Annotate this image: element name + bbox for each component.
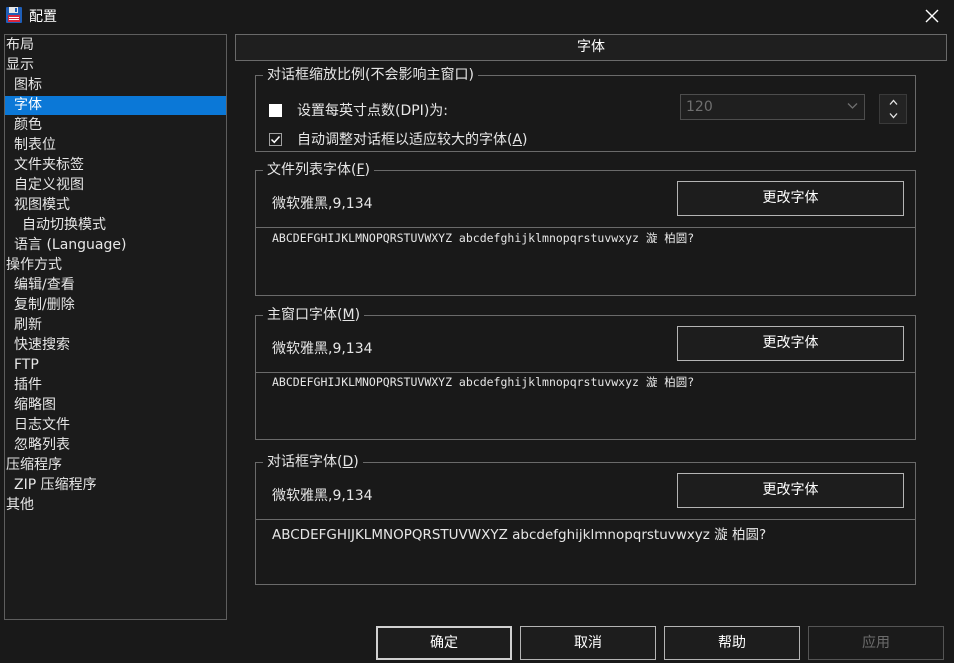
cancel-button[interactable]: 取消 (520, 626, 656, 660)
sidebar-item[interactable]: 文件夹标签 (5, 156, 226, 175)
sidebar-item-label: 操作方式 (6, 257, 62, 273)
close-button[interactable] (914, 2, 950, 30)
sidebar-item[interactable]: 复制/删除 (5, 296, 226, 315)
sidebar-item-label: 复制/删除 (14, 297, 75, 313)
dialog-font-group-label: 对话框字体(D) (263, 454, 363, 470)
sidebar-item-label: 刷新 (14, 317, 42, 333)
auto-adjust-checkbox[interactable] (269, 133, 282, 146)
file-list-font-preview: ABCDEFGHIJKLMNOPQRSTUVWXYZ abcdefghijklm… (272, 231, 695, 245)
dpi-select-value: 120 (686, 99, 713, 115)
sidebar-item[interactable]: 语言 (Language) (5, 236, 226, 255)
floppy-disk-icon (6, 7, 22, 23)
main-window-font-preview: ABCDEFGHIJKLMNOPQRSTUVWXYZ abcdefghijklm… (272, 375, 695, 389)
sidebar-item-label: 制表位 (14, 137, 56, 153)
sidebar-item[interactable]: 压缩程序 (5, 456, 226, 475)
sidebar-item-label: 显示 (6, 57, 34, 73)
sidebar-item-label: 自动切换模式 (22, 217, 106, 233)
sidebar-item[interactable]: 颜色 (5, 116, 226, 135)
divider (256, 519, 915, 520)
settings-tree[interactable]: 布局显示图标字体颜色制表位文件夹标签自定义视图视图模式自动切换模式语言 (Lan… (4, 34, 227, 620)
sidebar-item[interactable]: FTP (5, 356, 226, 375)
sidebar-item-label: 缩略图 (14, 397, 56, 413)
sidebar-item-label: 忽略列表 (14, 437, 70, 453)
main-window-font-name: 微软雅黑,9,134 (272, 341, 373, 357)
sidebar-item-label: 文件夹标签 (14, 157, 84, 173)
sidebar-item[interactable]: 编辑/查看 (5, 276, 226, 295)
sidebar-item-label: 压缩程序 (6, 457, 62, 473)
sidebar-item[interactable]: 缩略图 (5, 396, 226, 415)
sidebar-item[interactable]: ZIP 压缩程序 (5, 476, 226, 495)
chevron-down-icon[interactable] (889, 112, 898, 119)
sidebar-item-label: FTP (14, 357, 39, 373)
sidebar-item[interactable]: 插件 (5, 376, 226, 395)
dpi-select[interactable]: 120 (680, 94, 865, 120)
apply-button[interactable]: 应用 (808, 626, 944, 660)
change-file-list-font-button[interactable]: 更改字体 (677, 181, 904, 216)
sidebar-item-label: 图标 (14, 77, 42, 93)
sidebar-item[interactable]: 其他 (5, 496, 226, 515)
sidebar-item[interactable]: 快速搜索 (5, 336, 226, 355)
dpi-checkbox-label[interactable]: 设置每英寸点数(DPI)为: (297, 103, 448, 119)
window-title: 配置 (29, 9, 57, 25)
sidebar-item[interactable]: 刷新 (5, 316, 226, 335)
sidebar-item-label: 插件 (14, 377, 42, 393)
sidebar-item-label: 其他 (6, 497, 34, 513)
help-button[interactable]: 帮助 (664, 626, 800, 660)
dialog-font-preview: ABCDEFGHIJKLMNOPQRSTUVWXYZ abcdefghijklm… (272, 527, 767, 543)
close-icon (925, 9, 939, 23)
sidebar-item-label: 自定义视图 (14, 177, 84, 193)
sidebar-item-label: 快速搜索 (14, 337, 70, 353)
sidebar-item-label: 字体 (14, 96, 46, 115)
sidebar-item[interactable]: 日志文件 (5, 416, 226, 435)
sidebar-item-label: ZIP 压缩程序 (14, 477, 97, 493)
chevron-up-icon[interactable] (889, 99, 898, 106)
sidebar-item-label: 视图模式 (14, 197, 70, 213)
dpi-spinner[interactable] (879, 94, 907, 124)
title-bar: 配置 (0, 0, 954, 32)
sidebar-item[interactable]: 操作方式 (5, 256, 226, 275)
sidebar-item-label: 日志文件 (14, 417, 70, 433)
sidebar-item-label: 语言 (Language) (14, 237, 127, 253)
dialog-scaling-group-label: 对话框缩放比例(不会影响主窗口) (263, 67, 478, 83)
sidebar-item[interactable]: 自定义视图 (5, 176, 226, 195)
change-dialog-font-button[interactable]: 更改字体 (677, 473, 904, 508)
file-list-font-group-label: 文件列表字体(F) (263, 162, 374, 178)
sidebar-item-label: 布局 (6, 37, 34, 53)
panel-header: 字体 (235, 34, 947, 61)
divider (256, 372, 915, 373)
sidebar-item[interactable]: 忽略列表 (5, 436, 226, 455)
auto-adjust-checkbox-label[interactable]: 自动调整对话框以适应较大的字体(A) (297, 132, 528, 148)
sidebar-item-label: 颜色 (14, 117, 42, 133)
main-window-font-group-label: 主窗口字体(M) (263, 307, 365, 323)
checkmark-icon (270, 135, 281, 144)
file-list-font-name: 微软雅黑,9,134 (272, 196, 373, 212)
sidebar-item[interactable]: 显示 (5, 56, 226, 75)
dialog-font-name: 微软雅黑,9,134 (272, 488, 373, 504)
sidebar-item[interactable]: 图标 (5, 76, 226, 95)
chevron-down-icon (847, 103, 858, 109)
ok-button[interactable]: 确定 (376, 626, 512, 660)
sidebar-item[interactable]: 视图模式 (5, 196, 226, 215)
change-main-window-font-button[interactable]: 更改字体 (677, 326, 904, 361)
sidebar-item[interactable]: 自动切换模式 (5, 216, 226, 235)
sidebar-item-label: 编辑/查看 (14, 277, 75, 293)
sidebar-item[interactable]: 布局 (5, 36, 226, 55)
sidebar-item[interactable]: 制表位 (5, 136, 226, 155)
dpi-checkbox[interactable] (269, 104, 282, 117)
sidebar-item[interactable]: 字体 (5, 96, 226, 115)
divider (256, 227, 915, 228)
